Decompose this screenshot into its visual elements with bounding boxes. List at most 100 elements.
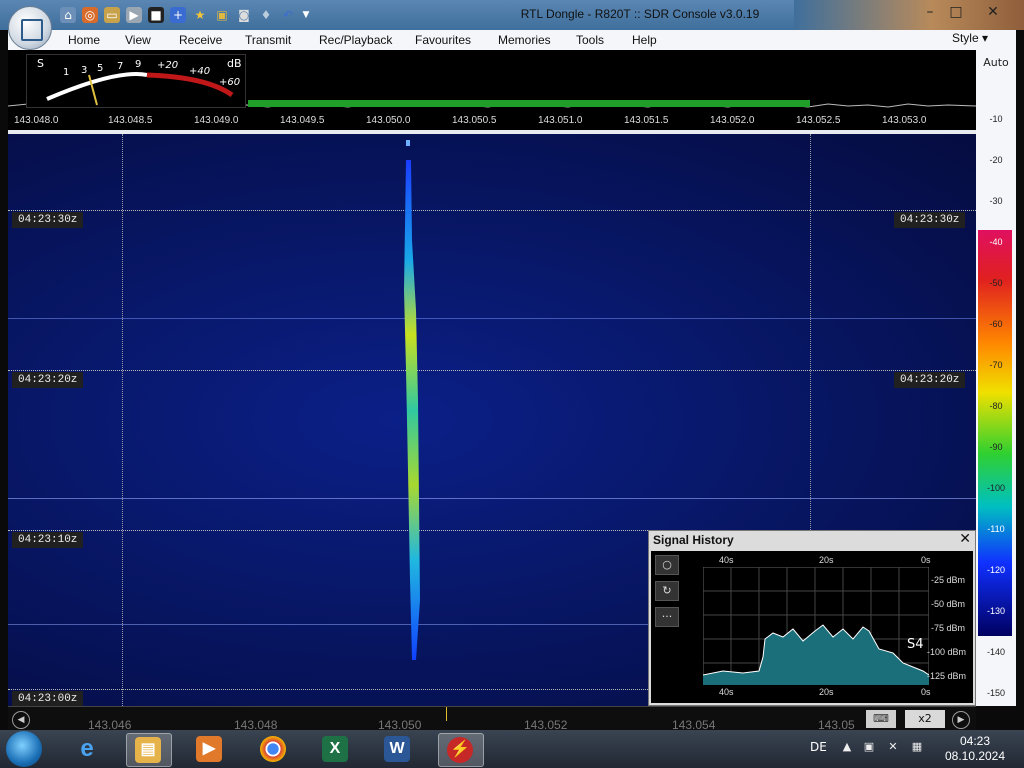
title-bar: ⌂ ◎ ▭ ▶ ■ + ★ ▣ ◙ ♦ ↶ ▼ RTL Dongle - R82… — [0, 0, 1024, 30]
home-icon[interactable]: ⌂ — [60, 7, 76, 23]
tab-favourites[interactable]: Favourites — [415, 33, 471, 47]
frequency-tick: 143.049.5 — [280, 115, 325, 126]
tab-rec-playback[interactable]: Rec/Playback — [319, 33, 392, 47]
history-time-tick: 40s — [719, 687, 734, 697]
camera-icon[interactable]: ◙ — [236, 7, 252, 23]
ribbon-tabs: Home View Receive Transmit Rec/Playback … — [8, 30, 1016, 51]
app-menu-button[interactable] — [8, 6, 52, 50]
taskbar-app-excel[interactable]: X — [314, 733, 358, 765]
s-meter-db-label: dB — [227, 57, 242, 70]
minimize-icon[interactable]: – — [917, 2, 943, 22]
play-icon[interactable]: ▶ — [126, 7, 142, 23]
frequency-tick: 143.052.5 — [796, 115, 841, 126]
close-icon[interactable]: ✕ — [959, 531, 971, 547]
device-icon[interactable]: ▣ — [862, 740, 876, 754]
time-label: 04:23:30z — [12, 212, 84, 228]
dbm-tick: -50 dBm — [931, 599, 966, 609]
level-colorbar[interactable] — [978, 230, 1012, 636]
tab-transmit[interactable]: Transmit — [245, 33, 291, 47]
plus-icon[interactable]: + — [170, 7, 186, 23]
tab-memories[interactable]: Memories — [498, 33, 551, 47]
drop-icon[interactable]: ♦ — [258, 7, 274, 23]
frequency-tick: 143.050.5 — [452, 115, 497, 126]
desktop: ⌂ ◎ ▭ ▶ ■ + ★ ▣ ◙ ♦ ↶ ▼ RTL Dongle - R82… — [0, 0, 1024, 768]
stop-icon[interactable]: ■ — [148, 7, 164, 23]
maximize-icon[interactable]: □ — [943, 2, 969, 22]
keyboard-icon[interactable]: ⌨ — [866, 710, 896, 728]
scroll-left-icon[interactable]: ◀ — [12, 711, 30, 729]
dbm-tick: -75 dBm — [931, 623, 966, 633]
dropdown-arrow-icon[interactable]: ▼ — [298, 7, 314, 23]
auto-button[interactable]: Auto — [976, 56, 1016, 69]
frequency-tick: 143.052.0 — [710, 115, 755, 126]
lock-icon[interactable]: ▣ — [214, 7, 230, 23]
time-label: 04:23:20z — [12, 372, 84, 388]
frequency-tick: 143.051.0 — [538, 115, 583, 126]
reset-button[interactable]: ↻ — [655, 581, 679, 601]
word-icon: W — [384, 736, 410, 762]
tab-view[interactable]: View — [125, 33, 151, 47]
level-tick: -120 — [986, 565, 1005, 575]
taskbar-app-word[interactable]: W — [376, 733, 420, 765]
tab-home[interactable]: Home — [68, 33, 100, 47]
more-button[interactable]: ··· — [655, 607, 679, 627]
taskbar-app-chrome[interactable] — [252, 733, 296, 765]
scroll-right-icon[interactable]: ▶ — [952, 711, 970, 729]
clock-time: 04:23 — [959, 734, 991, 748]
interference-line — [8, 498, 976, 499]
network-icon[interactable]: ▦ — [910, 740, 924, 754]
sdr-console-icon: ⚡ — [447, 737, 473, 763]
s-meter-tick: +40 — [189, 66, 211, 77]
folder-icon[interactable]: ▭ — [104, 7, 120, 23]
taskbar-app-internet-explorer[interactable]: e — [66, 733, 110, 765]
system-clock[interactable]: 04:23 08.10.2024 — [930, 734, 1020, 764]
clock-date: 08.10.2024 — [944, 749, 1006, 763]
history-time-tick: 40s — [719, 555, 734, 565]
level-tick: -60 — [989, 319, 1003, 329]
language-indicator[interactable]: DE — [810, 740, 827, 754]
star-icon[interactable]: ★ — [192, 7, 208, 23]
level-tick: -150 — [986, 688, 1005, 698]
s-reading: S4 — [907, 637, 924, 652]
taskbar-app-file-explorer[interactable]: ▤ — [126, 733, 172, 767]
signal-history-title: Signal History — [653, 533, 734, 547]
speaker-muted-icon[interactable]: ✕ — [886, 740, 900, 754]
taskbar-app-media-player[interactable]: ▶ — [188, 733, 232, 765]
passband-marker[interactable] — [248, 100, 810, 107]
show-hidden-icons-icon[interactable]: ▲ — [840, 740, 854, 754]
frequency-tick: 143.049.0 — [194, 115, 239, 126]
frequency-scale[interactable]: 143.048.0 143.048.5 143.049.0 143.049.5 … — [8, 114, 976, 130]
dbm-tick: -100 dBm — [927, 647, 967, 657]
zoom-button[interactable]: x2 — [905, 710, 945, 728]
time-label: 04:23:00z — [12, 691, 84, 706]
frequency-tick: 143.048.5 — [108, 115, 153, 126]
level-tick: -90 — [989, 442, 1003, 452]
frequency-tick: 143.050.0 — [366, 115, 411, 126]
tab-tools[interactable]: Tools — [576, 33, 604, 47]
close-icon[interactable]: ✕ — [980, 2, 1006, 22]
taskbar-app-sdr-console[interactable]: ⚡ — [438, 733, 484, 767]
level-scale[interactable]: Auto -10 -20 -30 -40 -50 -60 -70 -80 -90… — [976, 50, 1016, 706]
history-time-tick: 20s — [819, 555, 834, 565]
time-line — [8, 210, 976, 211]
record-button[interactable]: ○ — [655, 555, 679, 575]
internet-explorer-icon: e — [80, 735, 94, 762]
level-tick: -50 — [989, 278, 1003, 288]
excel-icon: X — [322, 736, 348, 762]
start-button[interactable] — [6, 731, 42, 767]
frequency-tick: 143.048.0 — [14, 115, 59, 126]
style-menu[interactable]: Style ▾ — [952, 31, 988, 45]
tuning-marker — [446, 707, 447, 721]
tab-receive[interactable]: Receive — [179, 33, 222, 47]
tab-help[interactable]: Help — [632, 33, 657, 47]
level-tick: -20 — [989, 155, 1003, 165]
window-title: RTL Dongle - R820T :: SDR Console v3.0.1… — [520, 7, 760, 21]
s-meter-s-label: S — [37, 57, 44, 70]
signal-history-panel[interactable]: Signal History ✕ ○ ↻ ··· 40s 20s 0s 40s … — [648, 530, 976, 706]
band-scroll-bar[interactable]: ◀ 143.046 143.048 143.050 143.052 143.05… — [8, 706, 976, 732]
undo-icon[interactable]: ↶ — [280, 7, 296, 23]
signal-history-body: ○ ↻ ··· 40s 20s 0s 40s 20s 0s S4 -25 dBm… — [651, 551, 973, 703]
level-tick: -110 — [987, 524, 1005, 534]
lifebuoy-icon[interactable]: ◎ — [82, 7, 98, 23]
signal-trace — [404, 140, 420, 660]
